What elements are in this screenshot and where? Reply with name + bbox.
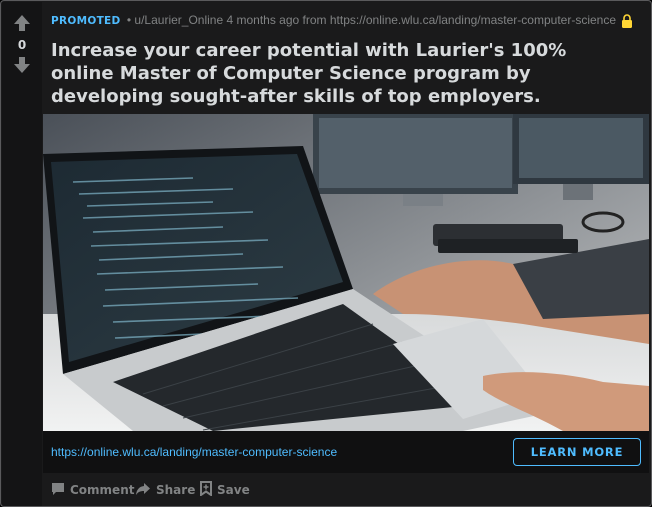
promoted-post: 0 PROMOTED • u/Laurier_Online 4 months a…: [0, 0, 652, 507]
share-icon: [135, 482, 156, 499]
post-meta: PROMOTED • u/Laurier_Online 4 months ago…: [51, 13, 616, 27]
post-title[interactable]: Increase your career potential with Laur…: [51, 39, 631, 108]
comment-icon: [51, 482, 70, 499]
share-button[interactable]: Share: [135, 481, 195, 499]
link-bar: https://online.wlu.ca/landing/master-com…: [43, 431, 649, 473]
vote-column: 0: [2, 2, 42, 506]
upvote-icon[interactable]: [13, 14, 31, 32]
laptop-coding-photo: [43, 114, 649, 431]
save-icon: [200, 481, 217, 499]
outbound-link[interactable]: https://online.wlu.ca/landing/master-com…: [51, 445, 337, 459]
vote-score: 0: [17, 38, 27, 52]
comment-label: Comment: [70, 483, 135, 497]
author-source-line[interactable]: • u/Laurier_Online 4 months ago from htt…: [127, 13, 616, 27]
share-label: Share: [156, 483, 196, 497]
downvote-icon[interactable]: [13, 56, 31, 74]
learn-more-button[interactable]: LEARN MORE: [513, 438, 641, 466]
save-button[interactable]: Save: [200, 481, 250, 499]
save-label: Save: [217, 483, 250, 497]
promoted-badge: PROMOTED: [51, 15, 121, 27]
lock-icon: [621, 13, 633, 28]
post-image[interactable]: [43, 114, 649, 431]
comment-button[interactable]: Comment: [51, 481, 134, 499]
